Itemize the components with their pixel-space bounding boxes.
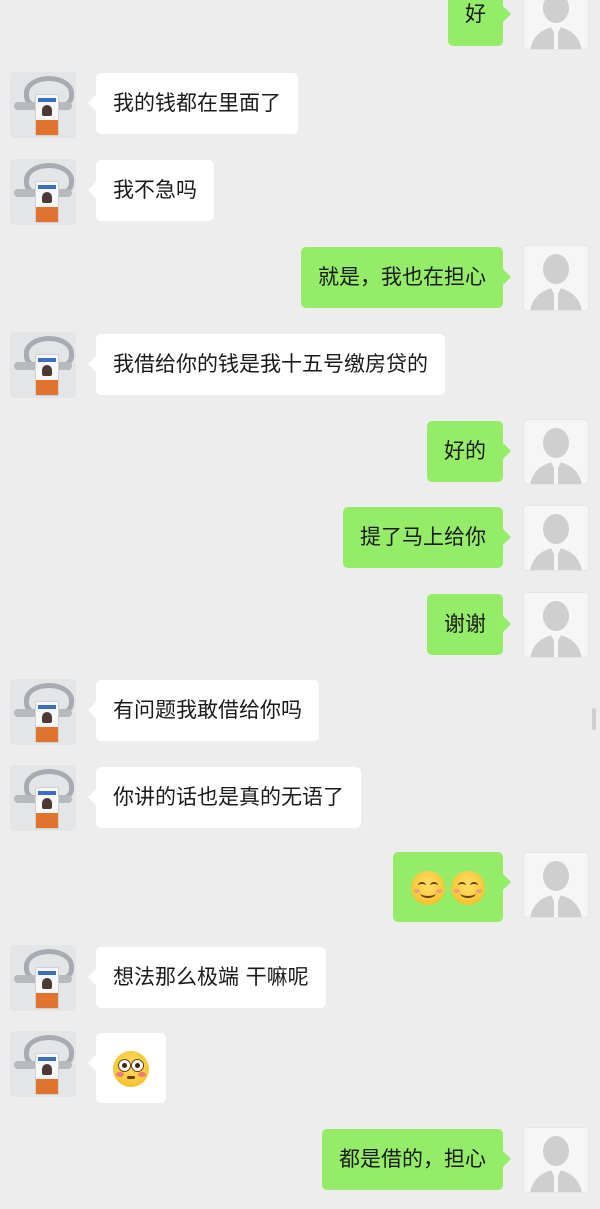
message-bubble-sent[interactable]: 好 — [448, 0, 511, 46]
smiling-face-emoji-icon — [411, 871, 445, 905]
contact-avatar[interactable] — [10, 1031, 76, 1097]
self-avatar[interactable] — [523, 419, 589, 485]
message-bubble-sent[interactable]: 就是，我也在担心 — [301, 247, 511, 308]
message-bubble-received[interactable]: 想法那么极端 干嘛呢 — [88, 947, 326, 1008]
self-avatar[interactable] — [523, 592, 589, 658]
message-bubble-received[interactable]: 有问题我敢借给你吗 — [88, 680, 319, 741]
contact-avatar[interactable] — [10, 945, 76, 1011]
self-avatar[interactable] — [523, 505, 589, 571]
self-avatar[interactable] — [523, 245, 589, 311]
self-avatar[interactable] — [523, 0, 589, 50]
scrollbar-thumb[interactable] — [592, 708, 596, 730]
contact-avatar[interactable] — [10, 765, 76, 831]
chat-message-list[interactable]: 好 我的钱都在里面了 我不急吗 就是，我也在担心 我借给你的钱是我十五号缴房贷的 — [0, 0, 600, 1209]
message-bubble-received[interactable]: 我不急吗 — [88, 160, 214, 221]
message-bubble-sent[interactable]: 提了马上给你 — [343, 507, 511, 568]
message-bubble-received[interactable]: 我的钱都在里面了 — [88, 73, 298, 134]
contact-avatar[interactable] — [10, 332, 76, 398]
contact-avatar[interactable] — [10, 159, 76, 225]
message-bubble-sent[interactable]: 都是借的，担心 — [322, 1129, 511, 1190]
smiling-face-emoji-icon — [451, 871, 485, 905]
message-bubble-sent[interactable]: 谢谢 — [427, 594, 511, 655]
flushed-face-emoji-icon — [113, 1051, 149, 1087]
self-avatar[interactable] — [523, 1127, 589, 1193]
contact-avatar[interactable] — [10, 72, 76, 138]
message-bubble-sent[interactable] — [393, 852, 511, 922]
message-bubble-received[interactable] — [88, 1033, 166, 1103]
contact-avatar[interactable] — [10, 679, 76, 745]
message-bubble-received[interactable]: 你讲的话也是真的无语了 — [88, 767, 361, 828]
message-bubble-received[interactable]: 我借给你的钱是我十五号缴房贷的 — [88, 334, 445, 395]
message-bubble-sent[interactable]: 好的 — [427, 421, 511, 482]
self-avatar[interactable] — [523, 852, 589, 918]
